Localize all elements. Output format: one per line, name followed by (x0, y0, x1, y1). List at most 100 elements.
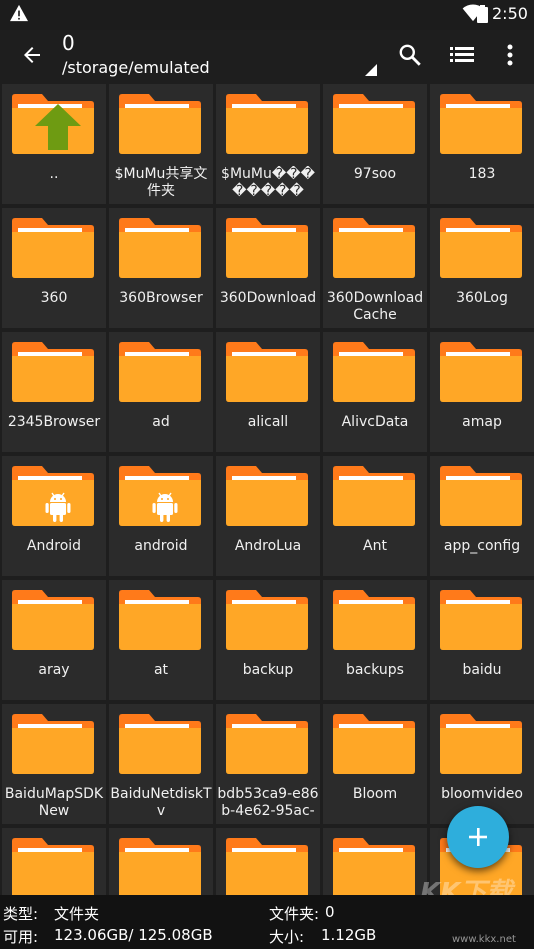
folder-item[interactable]: amap (430, 332, 534, 452)
folder-name: AlivcData (341, 414, 409, 430)
folder-icon (226, 94, 308, 154)
status-bar: 2:50 (0, 0, 534, 30)
folder-name: ad (152, 414, 170, 430)
folder-icon (119, 342, 201, 402)
folder-icon (440, 94, 522, 154)
current-path[interactable]: /storage/emulated (62, 58, 210, 77)
folder-item[interactable] (109, 828, 213, 895)
folder-item[interactable]: ad (109, 332, 213, 452)
folder-icon (12, 590, 94, 650)
folder-item[interactable]: 2345Browser (2, 332, 106, 452)
type-value: 文件夹 (54, 905, 100, 923)
list-view-icon[interactable] (450, 44, 474, 64)
folder-icon (226, 466, 308, 526)
folder-grid: .. $MuMu共享文件夹 $MuMu�������� 97soo 183 360 360B… (0, 82, 534, 895)
path-dropdown-icon[interactable] (365, 64, 377, 76)
folder-name: at (153, 662, 169, 678)
folder-item[interactable]: 360Log (430, 208, 534, 328)
folder-icon (12, 838, 94, 895)
folder-icon (119, 94, 201, 154)
folder-name: bloomvideo (441, 786, 523, 802)
alert-icon (10, 4, 28, 22)
folder-item[interactable]: 360 (2, 208, 106, 328)
folder-item[interactable]: backup (216, 580, 320, 700)
folder-item[interactable]: alicall (216, 332, 320, 452)
folder-item[interactable]: BaiduMapSDKNew (2, 704, 106, 824)
folder-item[interactable]: AlivcData (323, 332, 427, 452)
folder-item[interactable]: 360DownloadCache (323, 208, 427, 328)
folder-icon (333, 466, 415, 526)
folder-item[interactable]: $MuMu�������� (216, 84, 320, 204)
folder-name: BaiduNetdiskTv (110, 786, 212, 819)
folder-icon (226, 590, 308, 650)
folder-name: $MuMu�������� (221, 166, 315, 199)
back-arrow-icon[interactable] (20, 43, 44, 67)
folder-item[interactable]: Android (2, 456, 106, 576)
folder-name: 2345Browser (7, 414, 101, 430)
folder-item[interactable]: 360Download (216, 208, 320, 328)
folder-icon (440, 218, 522, 278)
folder-item[interactable]: 360Browser (109, 208, 213, 328)
folder-icon (333, 838, 415, 895)
folder-icon (440, 466, 522, 526)
plus-icon (469, 828, 487, 846)
folder-icon (12, 218, 94, 278)
folder-icon (226, 714, 308, 774)
folder-icon (12, 342, 94, 402)
folder-icon (119, 838, 201, 895)
folder-name: AndroLua (234, 538, 302, 554)
folder-item[interactable] (2, 828, 106, 895)
folder-name: 360Download (219, 290, 317, 306)
more-options-icon[interactable] (500, 42, 520, 68)
folder-item[interactable]: backups (323, 580, 427, 700)
folder-item[interactable]: $MuMu共享文件夹 (109, 84, 213, 204)
folder-name: baidu (462, 662, 502, 678)
folder-item[interactable]: .. (2, 84, 106, 204)
folder-name: alicall (247, 414, 289, 430)
folder-item[interactable]: app_config (430, 456, 534, 576)
folder-icon (333, 714, 415, 774)
folder-item[interactable] (323, 828, 427, 895)
toolbar: 0 /storage/emulated (0, 30, 534, 82)
folder-icon (119, 218, 201, 278)
folder-item[interactable]: 183 (430, 84, 534, 204)
folder-item[interactable]: bdb53ca9-e86b-4e62-95ac- (216, 704, 320, 824)
folder-name: android (134, 538, 188, 554)
folder-item[interactable]: Ant (323, 456, 427, 576)
search-icon[interactable] (397, 42, 423, 68)
folder-icon (440, 590, 522, 650)
folder-item[interactable]: 97soo (323, 84, 427, 204)
folder-icon (440, 342, 522, 402)
folder-icon (333, 342, 415, 402)
add-fab-button[interactable] (447, 806, 509, 868)
folder-item[interactable]: aray (2, 580, 106, 700)
available-label: 可用: (3, 928, 39, 946)
android-icon (152, 492, 178, 522)
folder-name: bdb53ca9-e86b-4e62-95ac- (217, 786, 319, 819)
folder-icon (333, 590, 415, 650)
folder-item[interactable]: Bloom (323, 704, 427, 824)
folder-name: 360DownloadCache (326, 290, 424, 323)
folder-icon (440, 714, 522, 774)
folder-title: 0 (62, 31, 75, 55)
folder-name: $MuMu共享文件夹 (114, 166, 208, 199)
folder-item[interactable]: android (109, 456, 213, 576)
folder-item[interactable] (216, 828, 320, 895)
folder-name: 183 (468, 166, 496, 182)
folder-icon (119, 590, 201, 650)
folder-item[interactable]: BaiduNetdiskTv (109, 704, 213, 824)
folder-name: 97soo (353, 166, 397, 182)
android-icon (45, 492, 71, 522)
folder-name: .. (49, 166, 59, 182)
folder-name: Android (26, 538, 82, 554)
folder-name: Ant (363, 538, 387, 554)
folder-name: BaiduMapSDKNew (4, 786, 104, 819)
folder-icon (119, 714, 201, 774)
folder-icon (226, 838, 308, 895)
folder-item[interactable]: baidu (430, 580, 534, 700)
folder-item[interactable]: AndroLua (216, 456, 320, 576)
size-value: 1.12GB (321, 926, 377, 944)
folder-icon (12, 714, 94, 774)
type-label: 类型: (3, 905, 39, 923)
folder-item[interactable]: at (109, 580, 213, 700)
